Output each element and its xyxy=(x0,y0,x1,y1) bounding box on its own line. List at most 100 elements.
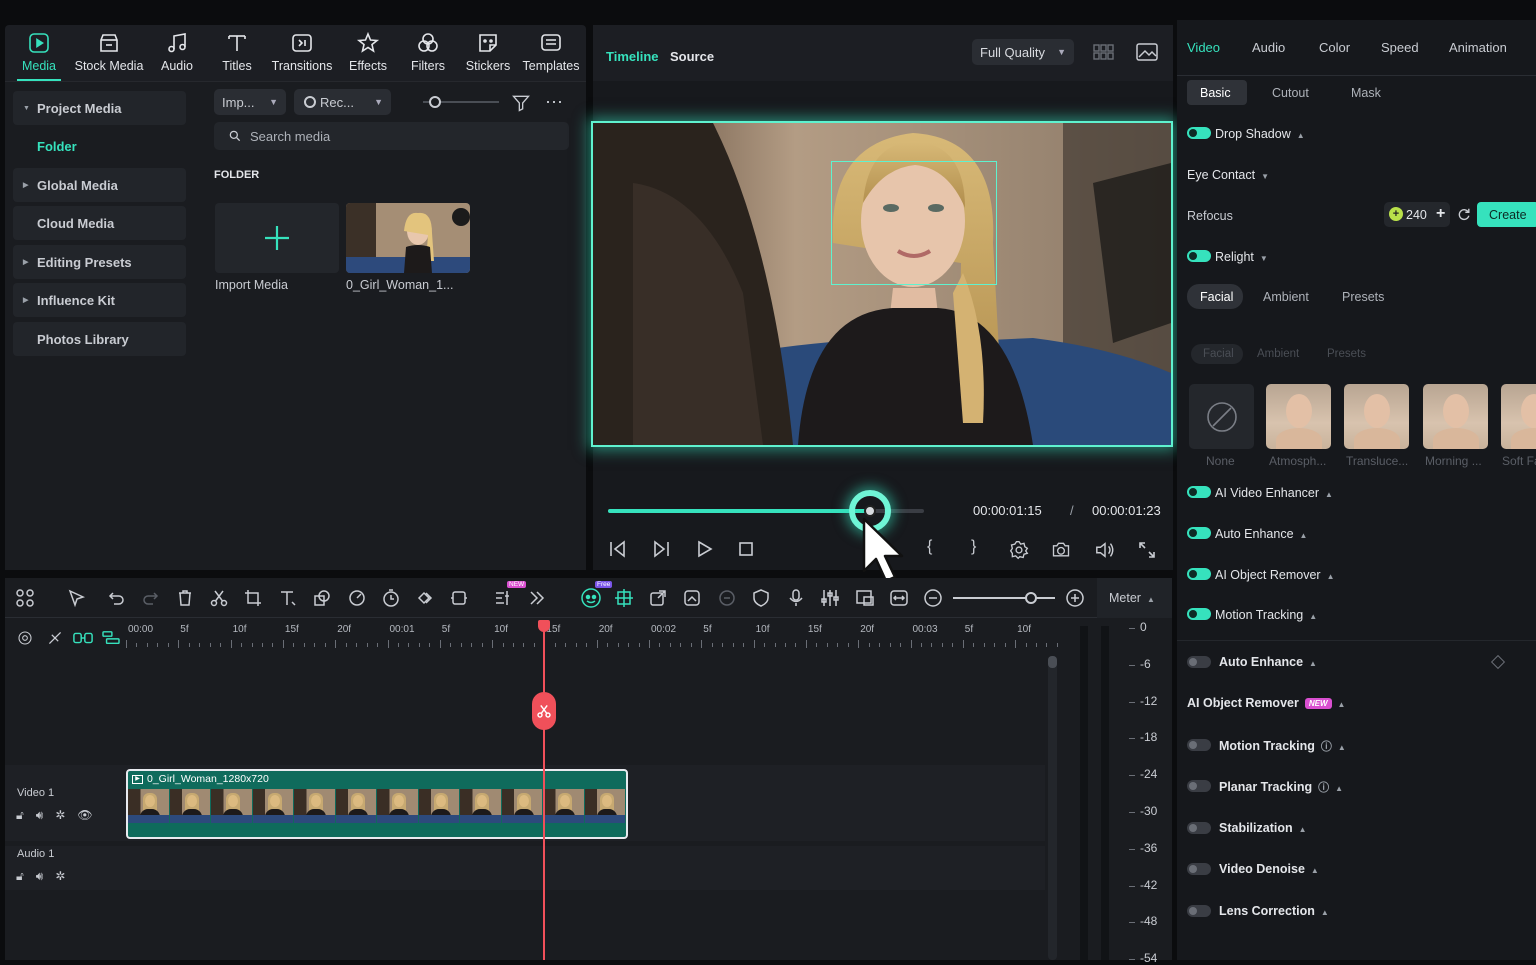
hide-effects-icon[interactable]: ✲ xyxy=(55,869,65,884)
face-detection-box[interactable] xyxy=(831,161,997,285)
microphone-icon[interactable] xyxy=(786,588,806,608)
freeze-frame-icon[interactable] xyxy=(449,588,469,608)
video-denoise-toggle[interactable] xyxy=(1187,863,1211,875)
playhead-handle[interactable] xyxy=(538,620,550,632)
ai-video-enhancer-row[interactable]: AI Video Enhancer ▲ xyxy=(1215,486,1333,500)
relight-tab-ambient[interactable]: Ambient xyxy=(1263,290,1309,304)
record-dropdown[interactable]: Rec... ▼ xyxy=(294,89,391,115)
shape-mask-icon[interactable] xyxy=(312,588,332,608)
sidebar-item-cloud-media[interactable]: Cloud Media xyxy=(13,206,186,240)
hide-effects-icon[interactable]: ✲ xyxy=(55,808,65,823)
planar-tracking-row[interactable]: Planar Tracking ⓘ ▲ xyxy=(1219,779,1343,795)
mark-in-button[interactable]: { xyxy=(927,538,932,556)
planar-tracking-toggle[interactable] xyxy=(1187,780,1211,792)
next-frame-icon[interactable] xyxy=(652,540,672,558)
tab-source[interactable]: Source xyxy=(670,49,714,64)
sidebar-item-folder[interactable]: Folder xyxy=(13,129,186,163)
drop-shadow-toggle[interactable] xyxy=(1187,127,1211,139)
ai-video-enhancer-toggle[interactable] xyxy=(1187,486,1211,498)
redo-icon[interactable] xyxy=(141,588,161,608)
tab-color[interactable]: Color xyxy=(1319,40,1350,55)
toolbar-transitions[interactable]: Transitions xyxy=(269,25,335,81)
export-frame-icon[interactable] xyxy=(648,588,668,608)
preset-atmosphere[interactable] xyxy=(1266,384,1331,449)
subtab-mask[interactable]: Mask xyxy=(1351,86,1381,100)
search-input[interactable]: Search media xyxy=(214,122,569,150)
import-dropdown[interactable]: Imp... ▼ xyxy=(214,89,286,115)
stabilization-toggle[interactable] xyxy=(1187,822,1211,834)
more-chevrons-icon[interactable] xyxy=(527,588,547,608)
select-arrow-icon[interactable] xyxy=(67,588,87,608)
toolbar-stickers[interactable]: Stickers xyxy=(463,25,513,81)
stabilize-disabled-icon[interactable] xyxy=(717,588,737,608)
auto-enhance-toggle[interactable] xyxy=(1187,656,1211,668)
relight-tab-facial[interactable]: Facial xyxy=(1187,284,1243,309)
delete-trash-icon[interactable] xyxy=(175,588,195,608)
eye-icon[interactable]: 👁︎ xyxy=(77,808,92,823)
unlink-icon[interactable] xyxy=(47,630,63,646)
speed-ramp-icon[interactable] xyxy=(347,588,367,608)
mark-out-button[interactable]: } xyxy=(971,538,976,556)
previous-frame-icon[interactable] xyxy=(608,540,628,558)
lens-correction-toggle[interactable] xyxy=(1187,905,1211,917)
fullscreen-icon[interactable] xyxy=(1138,541,1156,559)
help-icon[interactable]: ⓘ xyxy=(1321,741,1332,753)
ai-object-remover-row-on[interactable]: AI Object Remover ▲ xyxy=(1215,568,1335,582)
auto-enhance-toggle-on[interactable] xyxy=(1187,527,1211,539)
video-denoise-row[interactable]: Video Denoise ▲ xyxy=(1219,862,1319,876)
ai-object-remover-toggle-on[interactable] xyxy=(1187,568,1211,580)
meter-dropdown[interactable]: Meter ▲ xyxy=(1097,578,1172,618)
auto-enhance-row[interactable]: Auto Enhance ▲ xyxy=(1219,655,1317,669)
relight-tab-presets[interactable]: Presets xyxy=(1342,290,1384,304)
tab-timeline[interactable]: Timeline xyxy=(606,49,659,64)
preset-none[interactable] xyxy=(1189,384,1254,449)
toolbar-effects[interactable]: Effects xyxy=(346,25,390,81)
lock-icon[interactable]: 🔓︎ xyxy=(16,869,24,884)
more-options-icon[interactable]: ⋯ xyxy=(545,92,564,113)
toolbar-stock-media[interactable]: Stock Media xyxy=(71,25,147,81)
split-marker[interactable] xyxy=(532,692,556,730)
subtab-cutout[interactable]: Cutout xyxy=(1272,86,1309,100)
timer-icon[interactable] xyxy=(381,588,401,608)
zoom-out-icon[interactable] xyxy=(923,588,943,608)
text-tool-icon[interactable] xyxy=(278,588,298,608)
relight-toggle[interactable] xyxy=(1187,250,1211,262)
sidebar-item-photos-library[interactable]: Photos Library xyxy=(13,322,186,356)
ai-effects-icon[interactable] xyxy=(493,588,513,608)
image-edit-icon[interactable] xyxy=(682,588,702,608)
camera-snapshot-icon[interactable] xyxy=(1051,540,1071,560)
play-icon[interactable] xyxy=(696,540,714,558)
lock-icon[interactable]: 🔓︎ xyxy=(16,808,24,823)
playhead-line[interactable] xyxy=(543,622,545,960)
fit-timeline-icon[interactable] xyxy=(889,588,909,608)
clip-thumbnail[interactable] xyxy=(346,203,470,273)
filter-funnel-icon[interactable] xyxy=(511,93,531,113)
ai-copilot-icon[interactable] xyxy=(580,587,602,609)
zoom-in-icon[interactable] xyxy=(1065,588,1085,608)
sidebar-item-influence-kit[interactable]: ▶ Influence Kit xyxy=(13,283,186,317)
eye-contact-row[interactable]: Eye Contact ▼ xyxy=(1187,168,1269,182)
layout-grid-icon[interactable] xyxy=(15,588,35,608)
auto-enhance-row-on[interactable]: Auto Enhance ▲ xyxy=(1215,527,1307,541)
slider-handle[interactable] xyxy=(429,96,441,108)
shield-mask-icon[interactable] xyxy=(751,588,771,608)
preset-translucent[interactable] xyxy=(1344,384,1409,449)
pip-icon[interactable] xyxy=(855,588,875,608)
video-clip[interactable]: ▶ 0_Girl_Woman_1280x720 xyxy=(126,769,628,839)
undo-icon[interactable] xyxy=(106,588,126,608)
scrollbar-thumb[interactable] xyxy=(1048,656,1057,668)
settings-gear-icon[interactable] xyxy=(1009,540,1029,560)
sidebar-item-global-media[interactable]: ▶ Global Media xyxy=(13,168,186,202)
lens-correction-row[interactable]: Lens Correction ▲ xyxy=(1219,904,1329,918)
tab-video[interactable]: Video xyxy=(1187,40,1220,55)
vertical-scrollbar[interactable] xyxy=(1048,656,1057,960)
timeline-settings-icon[interactable] xyxy=(17,630,33,646)
preset-morning[interactable] xyxy=(1423,384,1488,449)
subtab-basic[interactable]: Basic xyxy=(1187,80,1247,105)
grid-view-icon[interactable] xyxy=(1093,42,1115,62)
stop-icon[interactable] xyxy=(738,541,754,557)
auto-beat-icon[interactable] xyxy=(614,588,634,608)
zoom-slider-handle[interactable] xyxy=(1025,592,1037,604)
video-preview-frame[interactable] xyxy=(591,121,1173,447)
preset-soft[interactable] xyxy=(1501,384,1536,449)
